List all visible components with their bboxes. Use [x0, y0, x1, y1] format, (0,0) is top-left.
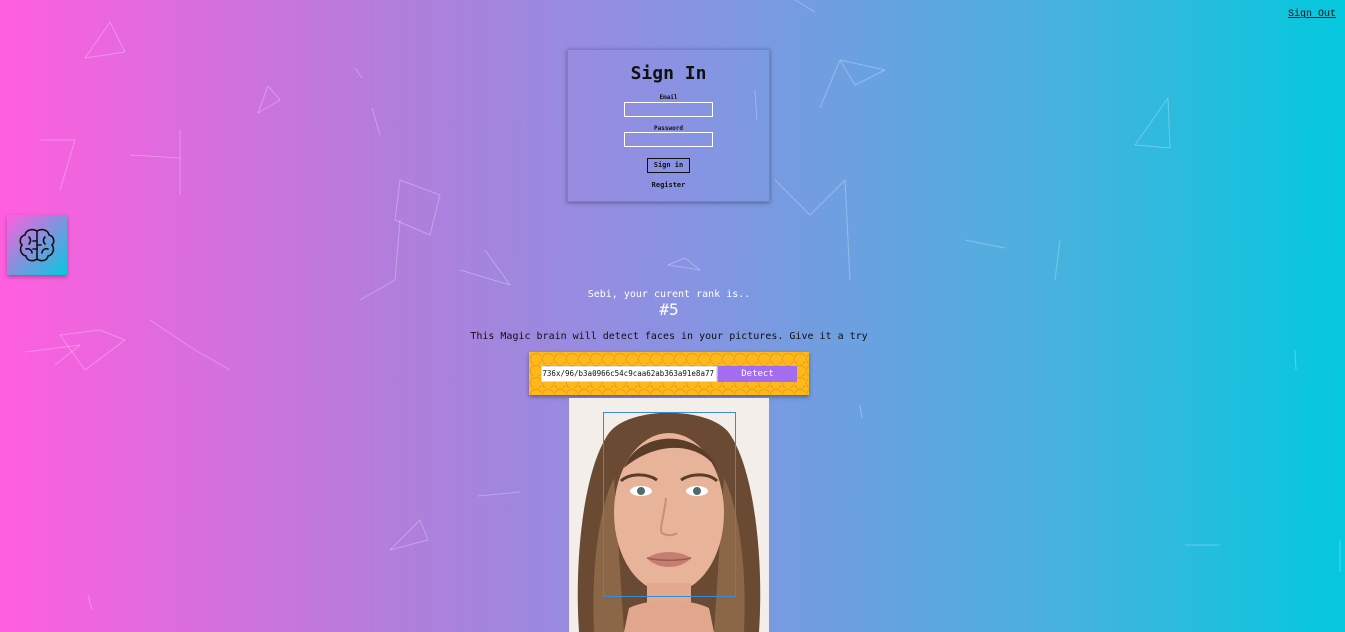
- email-field[interactable]: [624, 102, 713, 117]
- password-label: Password: [654, 125, 683, 132]
- app-logo[interactable]: [7, 215, 67, 275]
- image-url-input[interactable]: https://i.pinimg.com/736x/96/b3a0966c54c…: [541, 366, 717, 382]
- brain-icon: [19, 228, 55, 262]
- rank-value: #5: [659, 300, 679, 319]
- face-bounding-box: [603, 412, 736, 597]
- rank-message: Sebi, your curent rank is..: [587, 289, 751, 300]
- image-url-value: https://i.pinimg.com/736x/96/b3a0966c54c…: [542, 369, 714, 378]
- sign-out-link[interactable]: Sign Out: [1288, 9, 1336, 20]
- password-field[interactable]: [624, 132, 713, 147]
- detect-button[interactable]: Detect: [718, 366, 797, 382]
- signin-button[interactable]: Sign in: [647, 158, 690, 173]
- intro-text: This Magic brain will detect faces in yo…: [470, 331, 868, 342]
- email-label: Email: [659, 94, 678, 101]
- register-link[interactable]: Register: [568, 181, 769, 189]
- result-image: [569, 398, 769, 632]
- signin-card: Sign In Email Password Sign in Register: [567, 49, 770, 202]
- image-url-panel: https://i.pinimg.com/736x/96/b3a0966c54c…: [529, 352, 809, 395]
- signin-title: Sign In: [630, 63, 707, 84]
